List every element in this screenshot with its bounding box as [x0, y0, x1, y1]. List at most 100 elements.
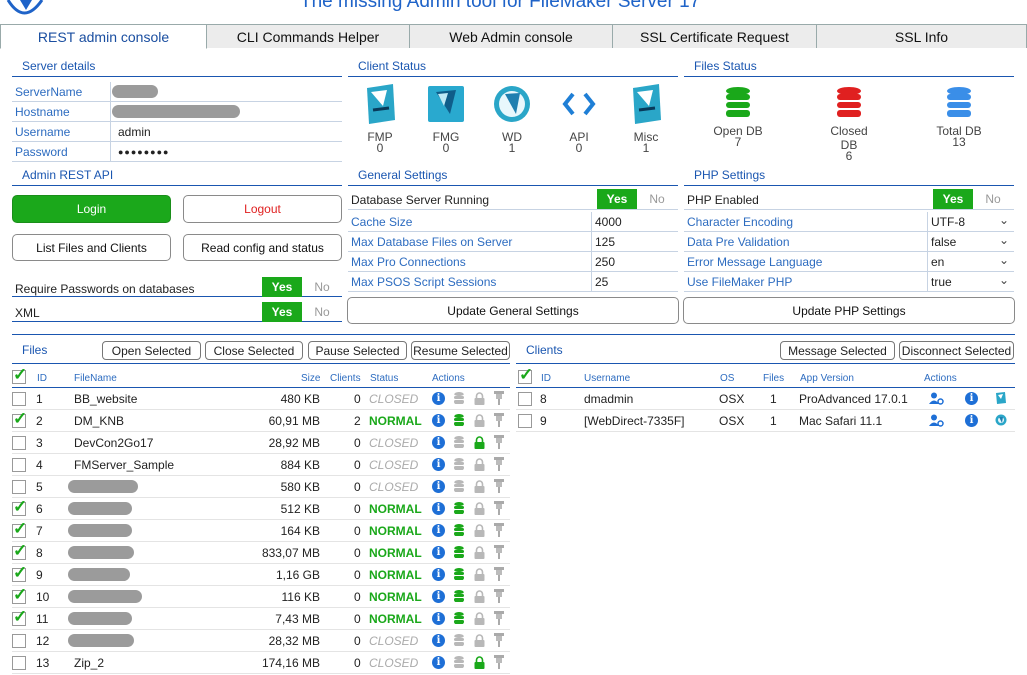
lock-icon[interactable] — [474, 458, 485, 471]
file-row-checkbox[interactable] — [12, 585, 27, 605]
data-pre-validation-select[interactable]: false ⌄ — [927, 233, 1011, 249]
lock-icon[interactable] — [474, 524, 485, 537]
lock-icon[interactable] — [474, 502, 485, 515]
xml-no[interactable]: No — [302, 302, 342, 322]
remove-file-icon[interactable] — [494, 633, 504, 647]
database-icon[interactable] — [454, 392, 464, 405]
database-icon[interactable] — [454, 458, 464, 471]
database-icon[interactable] — [454, 612, 464, 625]
close-selected-button[interactable]: Close Selected — [205, 341, 303, 360]
tab-ssl-info[interactable]: SSL Info — [817, 24, 1027, 48]
logout-button[interactable]: Logout — [183, 195, 342, 223]
require-passwords-yes[interactable]: Yes — [262, 277, 302, 297]
resume-selected-button[interactable]: Resume Selected — [411, 341, 510, 360]
info-icon[interactable]: i — [432, 436, 445, 449]
username-value[interactable]: admin — [118, 125, 151, 139]
cache-size-input[interactable]: 4000 — [591, 215, 622, 229]
file-row-checkbox[interactable] — [12, 436, 26, 450]
file-row-checkbox[interactable] — [12, 607, 27, 627]
tab-ssl-certificate-request[interactable]: SSL Certificate Request — [613, 24, 817, 48]
file-row-checkbox[interactable] — [12, 480, 26, 494]
info-icon[interactable]: i — [432, 392, 445, 405]
message-selected-button[interactable]: Message Selected — [780, 341, 895, 360]
database-icon[interactable] — [454, 656, 464, 669]
database-icon[interactable] — [454, 524, 464, 537]
lock-icon[interactable] — [474, 392, 485, 405]
user-settings-icon[interactable] — [929, 392, 944, 405]
hostname-value[interactable] — [112, 105, 240, 118]
remove-file-icon[interactable] — [494, 413, 504, 427]
info-icon[interactable]: i — [432, 524, 445, 537]
server-name-value[interactable] — [112, 85, 158, 98]
password-value[interactable]: ●●●●●●●● — [118, 147, 170, 157]
remove-file-icon[interactable] — [494, 567, 504, 581]
file-row-checkbox[interactable] — [12, 409, 27, 429]
file-row-checkbox[interactable] — [12, 519, 27, 539]
remove-file-icon[interactable] — [494, 589, 504, 603]
pause-selected-button[interactable]: Pause Selected — [308, 341, 407, 360]
update-php-settings-button[interactable]: Update PHP Settings — [683, 297, 1015, 324]
remove-file-icon[interactable] — [494, 611, 504, 625]
database-icon[interactable] — [454, 590, 464, 603]
select-all-clients-checkbox[interactable] — [518, 365, 533, 385]
remove-file-icon[interactable] — [494, 391, 504, 405]
info-icon[interactable]: i — [432, 634, 445, 647]
info-icon[interactable]: i — [432, 568, 445, 581]
lock-icon[interactable] — [474, 568, 485, 581]
lock-icon[interactable] — [474, 656, 485, 669]
file-row-checkbox[interactable] — [12, 497, 27, 517]
read-config-status-button[interactable]: Read config and status — [183, 234, 342, 261]
remove-file-icon[interactable] — [494, 655, 504, 669]
database-icon[interactable] — [454, 414, 464, 427]
max-psos-input[interactable]: 25 — [591, 275, 608, 289]
database-icon[interactable] — [454, 502, 464, 515]
use-fm-php-select[interactable]: true ⌄ — [927, 273, 1011, 289]
lock-icon[interactable] — [474, 414, 485, 427]
char-encoding-select[interactable]: UTF-8 ⌄ — [927, 213, 1011, 229]
info-icon[interactable]: i — [432, 612, 445, 625]
remove-file-icon[interactable] — [494, 457, 504, 471]
file-row-checkbox[interactable] — [12, 541, 27, 561]
remove-file-icon[interactable] — [494, 523, 504, 537]
tab-rest-admin-console[interactable]: REST admin console — [0, 24, 207, 49]
file-row-checkbox[interactable] — [12, 563, 27, 583]
info-icon[interactable]: i — [432, 458, 445, 471]
info-icon[interactable]: i — [965, 392, 978, 405]
file-row-checkbox[interactable] — [12, 656, 26, 670]
database-icon[interactable] — [454, 436, 464, 449]
login-button[interactable]: Login — [12, 195, 171, 223]
open-selected-button[interactable]: Open Selected — [102, 341, 201, 360]
lock-icon[interactable] — [474, 480, 485, 493]
tab-web-admin-console[interactable]: Web Admin console — [410, 24, 613, 48]
lock-icon[interactable] — [474, 590, 485, 603]
remove-file-icon[interactable] — [494, 501, 504, 515]
error-language-select[interactable]: en ⌄ — [927, 253, 1011, 269]
max-pro-connections-input[interactable]: 250 — [591, 255, 615, 269]
require-passwords-no[interactable]: No — [302, 277, 342, 297]
db-server-running-yes[interactable]: Yes — [597, 189, 637, 209]
update-general-settings-button[interactable]: Update General Settings — [347, 297, 679, 324]
lock-icon[interactable] — [474, 436, 485, 449]
info-icon[interactable]: i — [965, 414, 978, 427]
info-icon[interactable]: i — [432, 414, 445, 427]
remove-file-icon[interactable] — [494, 435, 504, 449]
info-icon[interactable]: i — [432, 480, 445, 493]
select-all-files-checkbox[interactable] — [12, 365, 27, 385]
tab-cli-commands-helper[interactable]: CLI Commands Helper — [207, 24, 410, 48]
remove-file-icon[interactable] — [494, 479, 504, 493]
info-icon[interactable]: i — [432, 656, 445, 669]
user-settings-icon[interactable] — [929, 414, 944, 427]
info-icon[interactable]: i — [432, 502, 445, 515]
remove-file-icon[interactable] — [494, 545, 504, 559]
lock-icon[interactable] — [474, 634, 485, 647]
php-enabled-yes[interactable]: Yes — [933, 189, 973, 209]
max-db-files-input[interactable]: 125 — [591, 235, 615, 249]
database-icon[interactable] — [454, 634, 464, 647]
lock-icon[interactable] — [474, 612, 485, 625]
php-enabled-no[interactable]: No — [973, 189, 1013, 209]
info-icon[interactable]: i — [432, 590, 445, 603]
list-files-clients-button[interactable]: List Files and Clients — [12, 234, 171, 261]
disconnect-selected-button[interactable]: Disconnect Selected — [899, 341, 1014, 360]
db-server-running-no[interactable]: No — [637, 189, 677, 209]
database-icon[interactable] — [454, 480, 464, 493]
